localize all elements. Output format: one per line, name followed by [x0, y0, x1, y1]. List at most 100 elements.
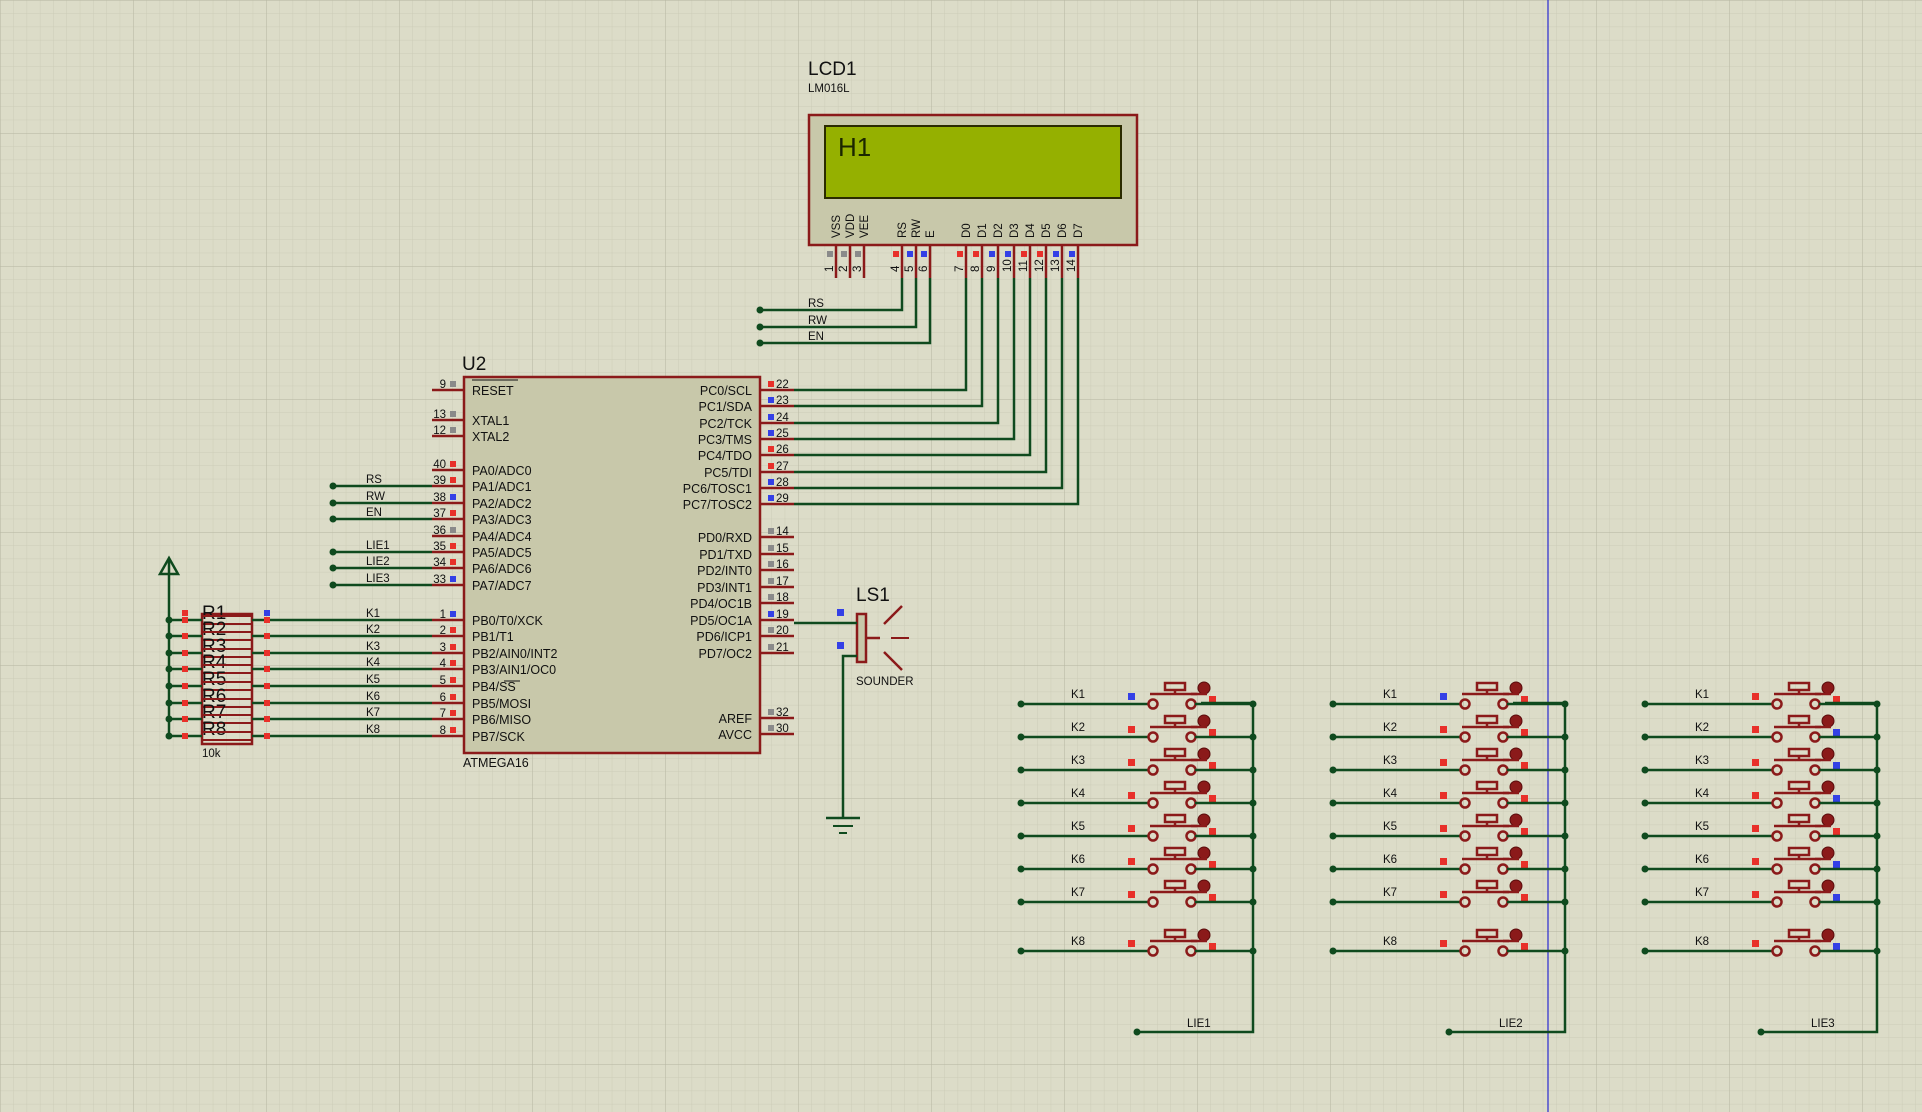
- mcu-pin-pd4: PD4/OC1B: [690, 597, 752, 611]
- keypad-row-k7: K7: [1071, 887, 1085, 899]
- pin-marker: [768, 578, 774, 584]
- mcu-pin-pa4: PA4/ADC4: [472, 530, 532, 544]
- lcd-pin-label-vss: VSS: [831, 215, 843, 238]
- lcd-pin-label-d5: D5: [1041, 223, 1053, 238]
- keypad-row-k6: K6: [1383, 854, 1397, 866]
- pin-marker: [450, 644, 456, 650]
- mcu-net-k6: K6: [366, 691, 380, 703]
- lcd-pin-number: 8: [970, 266, 982, 272]
- mcu-pin-aref: AREF: [719, 712, 753, 726]
- mcu-net-lie3: LIE3: [366, 573, 390, 585]
- resistor-label-r8: R8: [202, 719, 226, 740]
- mcu-pin-pd0: PD0/RXD: [698, 531, 752, 545]
- mcu-pin-pa0: PA0/ADC0: [472, 464, 532, 478]
- mcu-pin-pc5: PC5/TDI: [704, 466, 752, 480]
- pin-marker: [827, 251, 833, 257]
- pin-marker: [1053, 251, 1059, 257]
- mcu-pin-number: 27: [776, 461, 789, 473]
- lcd-net-rw: RW: [808, 315, 827, 327]
- mcu-pin-number: 20: [776, 625, 789, 637]
- keypad-row-k1: K1: [1383, 689, 1397, 701]
- mcu-pin-number: 15: [776, 543, 789, 555]
- mcu-pin-number: 40: [433, 459, 446, 471]
- mcu-pin-pb0: PB0/T0/XCK: [472, 614, 544, 628]
- pin-marker: [768, 381, 774, 387]
- mcu-pin-number: 2: [440, 625, 446, 637]
- mcu-pin-pb2: PB2/AIN0/INT2: [472, 647, 557, 661]
- mcu-pin-number: 32: [776, 707, 789, 719]
- mcu-net-lie1: LIE1: [366, 540, 390, 552]
- pin-marker: [450, 494, 456, 500]
- mcu-ref: U2: [462, 354, 486, 375]
- mcu-pin-number: 22: [776, 379, 789, 391]
- mcu-pin-pc2: PC2/TCK: [699, 417, 752, 431]
- mcu-pin-number: 34: [433, 557, 446, 569]
- pin-marker: [1037, 251, 1043, 257]
- lcd-pin-number: 7: [954, 266, 966, 272]
- pin-marker: [841, 251, 847, 257]
- mcu-pin-number: 17: [776, 576, 789, 588]
- pin-marker: [450, 381, 456, 387]
- lcd-pin-label-d1: D1: [977, 223, 989, 238]
- mcu-pin-pb1: PB1/T1: [472, 630, 514, 644]
- mcu-net-k8: K8: [366, 724, 380, 736]
- mcu-pin-pa7: PA7/ADC7: [472, 579, 532, 593]
- mcu-pin-number: 30: [776, 723, 789, 735]
- pin-marker: [768, 479, 774, 485]
- mcu-part: ATMEGA16: [463, 756, 529, 770]
- keypad-row-k5: K5: [1071, 821, 1085, 833]
- pin-marker: [768, 725, 774, 731]
- keypad-row-k8: K8: [1071, 936, 1085, 948]
- keypad-row-k8: K8: [1695, 936, 1709, 948]
- pin-marker: [768, 397, 774, 403]
- lcd-pin-label-d0: D0: [961, 223, 973, 238]
- mcu-pin-number: 7: [440, 708, 446, 720]
- mcu-pin-pc1: PC1/SDA: [699, 400, 753, 414]
- pin-marker: [768, 594, 774, 600]
- pin-marker: [1021, 251, 1027, 257]
- mcu-pin-number: 18: [776, 592, 789, 604]
- keypad-row-k3: K3: [1695, 755, 1709, 767]
- keypad-row-k3: K3: [1383, 755, 1397, 767]
- pin-marker: [768, 528, 774, 534]
- schematic-canvas[interactable]: LCD1 LM016L H1 VSS 1 VDD 2 VEE 3 RS 4 RW 5 E 6 D0 7 D1…: [0, 0, 1922, 1112]
- mcu-net-k5: K5: [366, 674, 380, 686]
- mcu-pin-pc4: PC4/TDO: [698, 449, 752, 463]
- lcd-pin-label-d7: D7: [1073, 223, 1085, 238]
- mcu-pin-pd2: PD2/INT0: [697, 564, 752, 578]
- pin-marker: [768, 430, 774, 436]
- pin-marker: [957, 251, 963, 257]
- mcu-pin-xtal2: XTAL2: [472, 430, 509, 444]
- pin-marker: [768, 709, 774, 715]
- mcu-pin-pa1: PA1/ADC1: [472, 480, 532, 494]
- keypad-row-k4: K4: [1695, 788, 1710, 800]
- pin-marker: [921, 251, 927, 257]
- mcu-pin-pb7: PB7/SCK: [472, 730, 525, 744]
- mcu-pin-pb3: PB3/AIN1/OC0: [472, 663, 556, 677]
- keypad-row-k4: K4: [1383, 788, 1398, 800]
- keypad-row-k2: K2: [1695, 722, 1709, 734]
- pin-marker: [450, 694, 456, 700]
- pin-marker: [907, 251, 913, 257]
- mcu-pin-number: 3: [440, 642, 446, 654]
- mcu-pin-number: 25: [776, 428, 789, 440]
- pin-marker: [450, 559, 456, 565]
- pin-marker: [855, 251, 861, 257]
- mcu-pin-number: 19: [776, 609, 789, 621]
- mcu-pin-number: 35: [433, 541, 446, 553]
- pin-marker: [450, 576, 456, 582]
- mcu-net-k3: K3: [366, 641, 380, 653]
- lcd-pin-number: 11: [1018, 260, 1030, 272]
- mcu-pin-pd3: PD3/INT1: [697, 581, 752, 595]
- pin-marker: [450, 427, 456, 433]
- mcu-pin-number: 13: [433, 409, 446, 421]
- mcu-pin-pa5: PA5/ADC5: [472, 546, 532, 560]
- pin-marker: [450, 543, 456, 549]
- pin-marker: [989, 251, 995, 257]
- mcu-pin-number: 1: [440, 609, 446, 621]
- mcu-pin-pd5: PD5/OC1A: [690, 614, 752, 628]
- pin-marker: [768, 611, 774, 617]
- mcu-pin-number: 37: [433, 508, 446, 520]
- sounder-body: [855, 612, 868, 664]
- mcu-pin-pc7: PC7/TOSC2: [683, 498, 752, 512]
